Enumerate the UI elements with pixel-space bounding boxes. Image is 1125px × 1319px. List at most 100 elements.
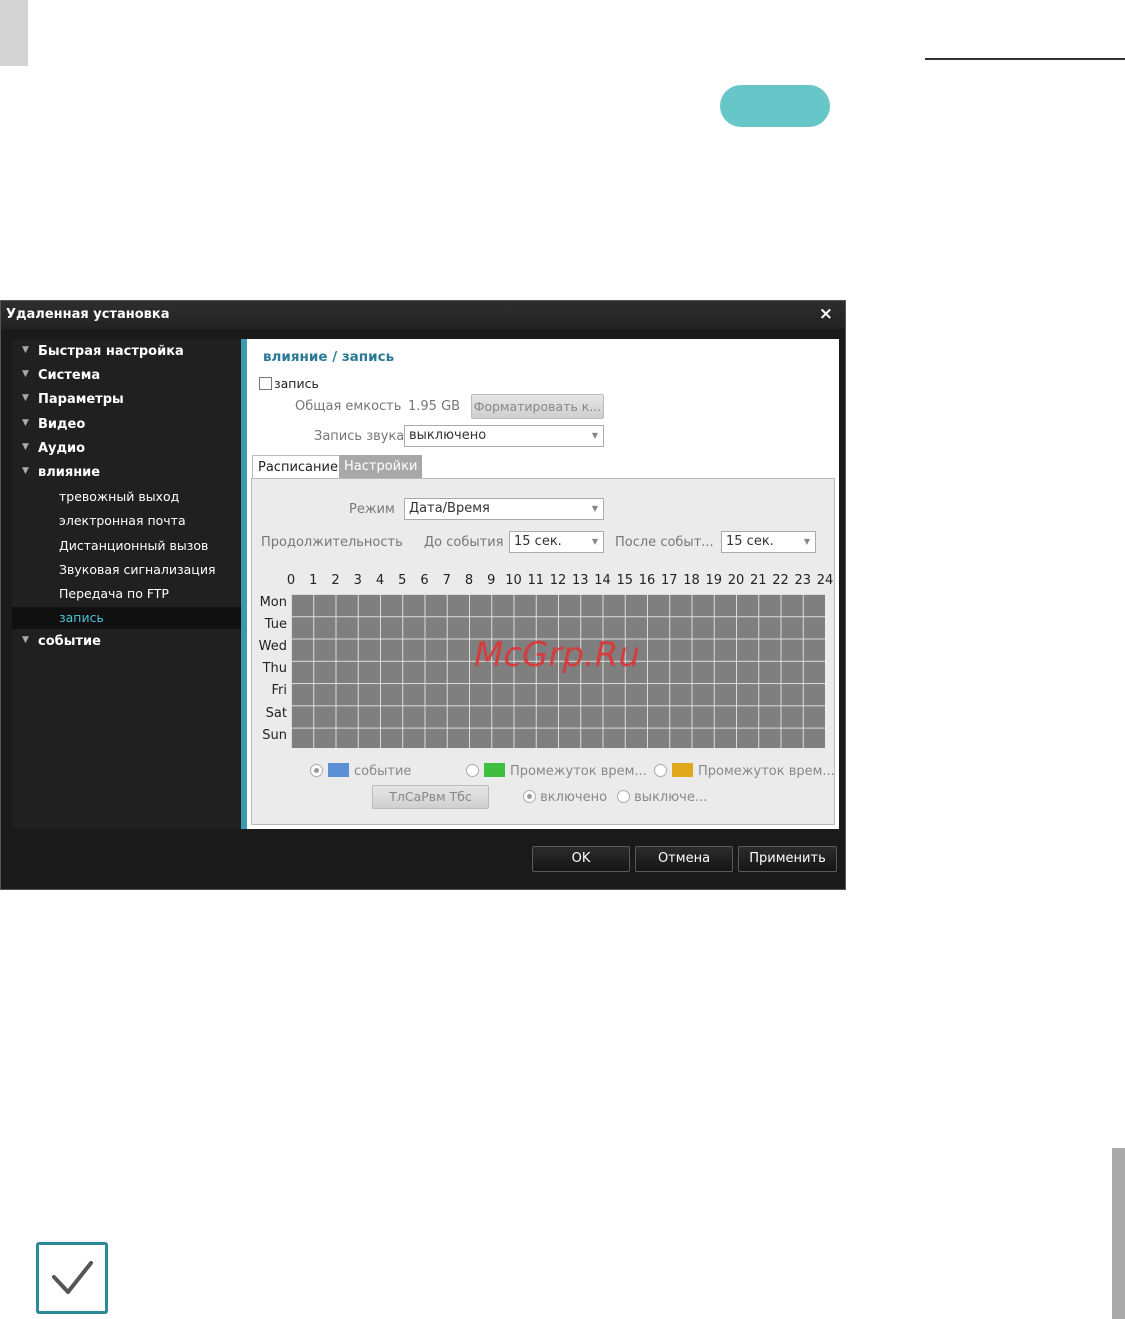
clear-button[interactable]: ТлСаРвм Тбс xyxy=(372,785,489,809)
legend-interval-orange-label: Промежуток врем... xyxy=(698,764,835,779)
remote-setup-dialog: Удаленная установка × ▼ Быстрая настройка… xyxy=(0,300,846,890)
on-option[interactable]: включено xyxy=(523,790,607,805)
hour-label: 2 xyxy=(331,573,340,588)
format-button[interactable]: Форматировать к... xyxy=(471,394,604,419)
expand-triangle-icon[interactable]: ▼ xyxy=(22,436,29,458)
hour-label: 17 xyxy=(660,573,678,588)
post-event-select[interactable]: 15 сек. ▼ xyxy=(721,531,816,553)
tab-schedule[interactable]: Расписание xyxy=(252,455,344,479)
cancel-button[interactable]: Отмена xyxy=(635,846,733,872)
off-label: выключе... xyxy=(634,790,708,805)
event-color-swatch xyxy=(328,763,349,777)
day-label: Tue xyxy=(264,617,287,633)
capacity-label: Общая емкость xyxy=(295,399,402,414)
dialog-titlebar: Удаленная установка × xyxy=(1,301,845,329)
record-checkbox[interactable] xyxy=(259,377,272,390)
hour-label: 8 xyxy=(464,573,474,588)
chevron-down-icon: ▼ xyxy=(803,537,810,546)
ok-button[interactable]: OK xyxy=(532,846,630,872)
sidebar-item-label: влияние xyxy=(38,465,101,480)
hour-label: 24 xyxy=(816,573,834,588)
dialog-title: Удаленная установка xyxy=(6,307,170,322)
sidebar-item[interactable]: ▼ Система xyxy=(12,365,241,387)
sidebar-item-label: Система xyxy=(38,368,101,384)
sidebar-item[interactable]: ▼ событие xyxy=(12,631,241,653)
sidebar-item-label: Параметры xyxy=(38,392,124,408)
hour-label: 5 xyxy=(398,573,407,588)
hour-label: 9 xyxy=(487,573,496,588)
apply-button[interactable]: Применить xyxy=(738,846,837,872)
sidebar-item[interactable]: тревожный выход xyxy=(12,486,241,508)
hour-label: 11 xyxy=(527,573,545,588)
hour-label: 14 xyxy=(594,573,611,588)
legend-interval-green[interactable]: Промежуток врем... xyxy=(466,763,647,779)
day-label: Wed xyxy=(258,639,287,655)
sidebar-item-label: Аудио xyxy=(38,440,86,456)
sidebar-item[interactable]: ▼ Параметры xyxy=(12,389,241,411)
on-label: включено xyxy=(540,790,608,805)
sidebar-item[interactable]: ▼ влияние xyxy=(12,462,241,484)
on-radio[interactable] xyxy=(523,790,536,803)
sidebar-item-label: Звуковая сигнализация xyxy=(59,561,216,577)
expand-triangle-icon[interactable]: ▼ xyxy=(22,339,29,361)
expand-triangle-icon[interactable]: ▼ xyxy=(22,363,29,385)
mode-label: Режим xyxy=(349,502,395,517)
audio-record-select[interactable]: выключено ▼ xyxy=(404,425,604,447)
close-icon[interactable]: × xyxy=(819,304,833,324)
sidebar-item[interactable]: Звуковая сигнализация xyxy=(12,559,241,581)
legend-interval-orange-radio[interactable] xyxy=(654,764,667,777)
sidebar-item[interactable]: ▼ Аудио xyxy=(12,438,241,460)
tab-settings[interactable]: Настройки xyxy=(339,455,423,479)
expand-triangle-icon[interactable]: ▼ xyxy=(22,460,29,482)
hour-label: 13 xyxy=(571,573,589,588)
record-checkbox-row[interactable]: запись xyxy=(259,376,319,391)
legend-interval-green-label: Промежуток врем... xyxy=(510,764,647,779)
sidebar-item-label: Дистанционный вызов xyxy=(59,537,209,553)
hour-label: 19 xyxy=(705,573,723,588)
sidebar-item[interactable]: Дистанционный вызов xyxy=(12,535,241,557)
sidebar-item[interactable]: электронная почта xyxy=(12,510,241,532)
page-title: влияние / запись xyxy=(263,349,395,365)
off-option[interactable]: выключе... xyxy=(617,790,707,805)
audio-record-value: выключено xyxy=(409,428,487,443)
legend-event[interactable]: событие xyxy=(310,763,411,779)
hour-label: 1 xyxy=(309,573,318,588)
day-label: Fri xyxy=(271,683,288,699)
settings-sidebar: ▼ Быстрая настройка ▼ Система ▼ Параметры ▼ Вид… xyxy=(12,339,241,829)
day-label: Thu xyxy=(262,661,287,677)
off-radio[interactable] xyxy=(617,790,630,803)
hour-label: 12 xyxy=(549,573,567,588)
post-event-label: После событ... xyxy=(615,535,714,550)
sidebar-item[interactable]: ▼ Быстрая настройка xyxy=(12,341,241,363)
capacity-value: 1.95 GB xyxy=(408,399,461,414)
mode-select[interactable]: Дата/Время ▼ xyxy=(404,498,604,520)
legend-event-radio[interactable] xyxy=(310,764,323,777)
sidebar-item-label: Видео xyxy=(38,416,86,432)
expand-triangle-icon[interactable]: ▼ xyxy=(22,387,29,409)
page-tab-marker xyxy=(0,0,28,66)
pre-event-select[interactable]: 15 сек. ▼ xyxy=(509,531,604,553)
pre-event-value: 15 сек. xyxy=(514,534,562,549)
side-bar-marker xyxy=(1112,1148,1125,1319)
legend-interval-orange[interactable]: Промежуток врем... xyxy=(654,763,835,779)
hour-label: 3 xyxy=(353,573,362,588)
hour-label: 16 xyxy=(638,573,656,588)
note-check-icon xyxy=(36,1242,108,1314)
sidebar-item[interactable]: запись xyxy=(12,607,241,630)
sidebar-item-label: тревожный выход xyxy=(59,489,180,505)
hour-label: 15 xyxy=(616,573,634,588)
sidebar-item[interactable]: Передача по FTP xyxy=(12,583,241,605)
hour-label: 7 xyxy=(442,573,451,588)
expand-triangle-icon[interactable]: ▼ xyxy=(22,412,29,434)
post-event-value: 15 сек. xyxy=(726,534,774,549)
legend-interval-green-radio[interactable] xyxy=(466,764,479,777)
sidebar-item-label: Быстрая настройка xyxy=(38,344,184,359)
expand-triangle-icon[interactable]: ▼ xyxy=(22,629,29,651)
legend-event-label: событие xyxy=(354,764,412,779)
sidebar-item[interactable]: ▼ Видео xyxy=(12,414,241,436)
hour-label: 4 xyxy=(375,573,385,588)
hour-label: 18 xyxy=(683,573,700,588)
record-checkbox-label: запись xyxy=(274,376,319,391)
sidebar-item-label: Передача по FTP xyxy=(59,586,169,601)
hour-label: 21 xyxy=(749,573,767,588)
